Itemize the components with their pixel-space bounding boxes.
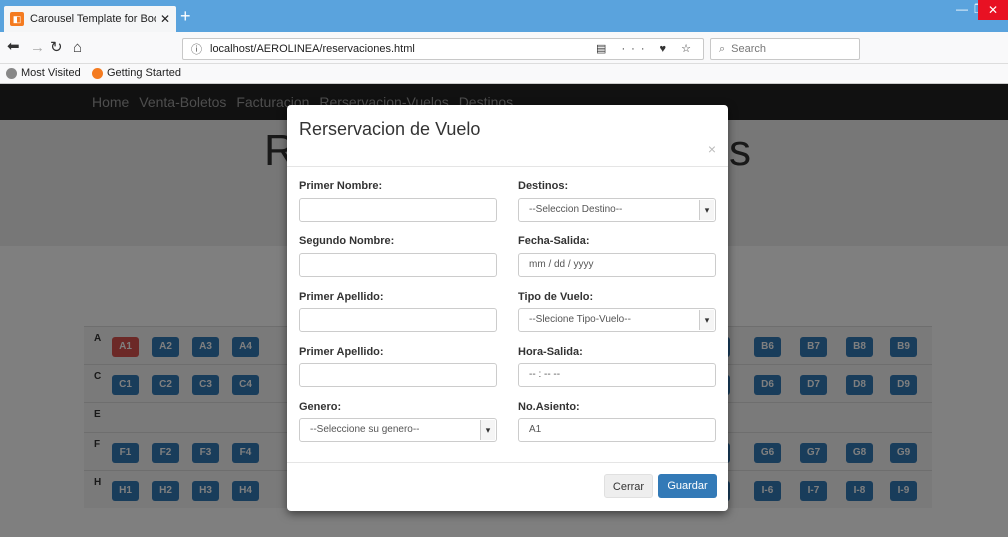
label-genero: Genero: <box>299 401 342 413</box>
page-actions-icons[interactable]: ▤ ··· ♥ ☆ <box>596 42 697 55</box>
label-segundo-nombre: Segundo Nombre: <box>299 235 395 247</box>
primer-nombre-input[interactable] <box>299 198 497 222</box>
window-close-icon[interactable]: ✕ <box>978 0 1008 20</box>
label-hora-salida: Hora-Salida: <box>518 346 583 358</box>
chevron-down-icon: ▾ <box>480 420 495 440</box>
home-icon[interactable]: ⌂ <box>73 40 82 56</box>
search-placeholder: Search <box>731 43 767 55</box>
back-icon[interactable]: ⬅ <box>7 39 20 55</box>
tab-title: Carousel Template for Bootstra <box>30 13 156 25</box>
genero-select-value: --Seleccione su genero-- <box>310 424 420 435</box>
search-icon: ⌕ <box>719 42 726 55</box>
minimize-icon[interactable]: — <box>956 2 968 16</box>
chevron-down-icon: ▾ <box>699 310 714 330</box>
chevron-down-icon: ▾ <box>699 200 714 220</box>
url-text: localhost/AEROLINEA/reservaciones.html <box>210 43 415 55</box>
reservation-modal: Rerservacion de Vuelo × Primer Nombre: S… <box>287 105 728 511</box>
label-no-asiento: No.Asiento: <box>518 401 580 413</box>
firefox-icon <box>92 67 103 79</box>
hora-salida-input[interactable]: -- : -- -- <box>518 363 716 387</box>
tipo-vuelo-select-value: --Slecione Tipo-Vuelo-- <box>529 314 631 325</box>
browser-tab-bar: ◧ Carousel Template for Bootstra ✕ + — ❐… <box>0 0 1008 32</box>
segundo-nombre-input[interactable] <box>299 253 497 277</box>
bookmark-most-visited[interactable]: Most Visited <box>6 67 81 79</box>
modal-close-icon[interactable]: × <box>708 141 716 157</box>
modal-title: Rerservacion de Vuelo <box>299 119 481 139</box>
bookmark-getting-started[interactable]: Getting Started <box>92 67 181 79</box>
tipo-vuelo-select[interactable]: --Slecione Tipo-Vuelo-- ▾ <box>518 308 716 332</box>
gear-icon <box>6 67 17 79</box>
label-primer-apellido: Primer Apellido: <box>299 291 384 303</box>
label-fecha-salida: Fecha-Salida: <box>518 235 590 247</box>
primer-apellido-2-input[interactable] <box>299 363 497 387</box>
genero-select[interactable]: --Seleccione su genero-- ▾ <box>299 418 497 442</box>
bookmark-label: Getting Started <box>107 67 181 79</box>
url-bar[interactable]: ⓘ localhost/AEROLINEA/reservaciones.html… <box>182 38 704 60</box>
search-input[interactable]: ⌕ Search <box>710 38 860 60</box>
tab-close-icon[interactable]: ✕ <box>160 12 170 26</box>
label-primer-nombre: Primer Nombre: <box>299 180 383 192</box>
new-tab-icon[interactable]: + <box>180 7 191 25</box>
reload-icon[interactable]: ↻ <box>50 40 63 56</box>
bookmarks-bar: Most Visited Getting Started <box>0 64 1008 84</box>
primer-apellido-input[interactable] <box>299 308 497 332</box>
forward-icon[interactable]: → <box>30 40 45 56</box>
modal-header: Rerservacion de Vuelo × <box>287 105 728 167</box>
fecha-salida-input[interactable]: mm / dd / yyyy <box>518 253 716 277</box>
label-tipo-vuelo: Tipo de Vuelo: <box>518 291 594 303</box>
no-asiento-input[interactable]: A1 <box>518 418 716 442</box>
bookmark-label: Most Visited <box>21 67 81 79</box>
destinos-select-value: --Seleccion Destino-- <box>529 204 623 215</box>
modal-footer: Cerrar Guardar <box>287 462 728 511</box>
destinos-select[interactable]: --Seleccion Destino-- ▾ <box>518 198 716 222</box>
info-icon[interactable]: ⓘ <box>191 41 202 57</box>
label-primer-apellido-2: Primer Apellido: <box>299 346 384 358</box>
favicon-icon: ◧ <box>10 12 24 26</box>
label-destinos: Destinos: <box>518 180 569 192</box>
browser-tab[interactable]: ◧ Carousel Template for Bootstra ✕ <box>4 6 176 32</box>
guardar-button[interactable]: Guardar <box>658 474 717 498</box>
cerrar-button[interactable]: Cerrar <box>604 474 653 498</box>
